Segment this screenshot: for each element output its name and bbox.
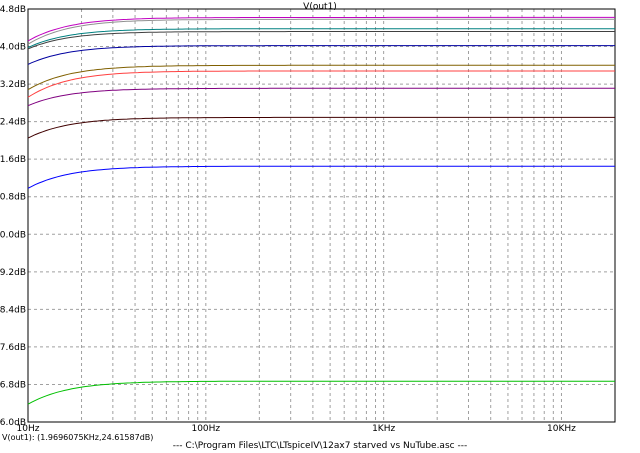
y-tick-label: 23.2dB [0, 80, 26, 90]
y-tick-label: 21.6dB [0, 155, 26, 165]
y-tick-label: 18.4dB [0, 305, 26, 315]
trace-line[interactable] [27, 45, 615, 65]
y-tick-label: 19.2dB [0, 268, 26, 278]
trace-group [27, 16, 615, 405]
x-tick-label: 100Hz [191, 424, 220, 434]
y-tick-label: 16.8dB [0, 380, 26, 390]
file-title: --- C:\Program Files\LTC\LTspiceIV\12ax7… [172, 441, 468, 451]
trace-line[interactable] [27, 165, 615, 189]
y-axis-labels: 24.8dB 24.0dB 23.2dB 22.4dB 21.6dB 20.8dB 20.0… [0, 5, 26, 428]
y-tick-label: 24.0dB [0, 43, 26, 53]
trace-name-label[interactable]: V(out1) [303, 2, 337, 12]
bode-plot: V(out1) 24.8dB 24.0dB 23.2dB 22.4dB 21.6dB 20… [0, 2, 616, 434]
y-tick-label: 22.4dB [0, 118, 26, 128]
y-tick-label: 20.0dB [0, 230, 26, 240]
y-tick-label: 24.8dB [0, 5, 26, 15]
trace-line[interactable] [27, 64, 615, 91]
y-tick-label: 20.8dB [0, 193, 26, 203]
x-tick-label: 1KHz [372, 424, 395, 434]
y-tick-label: 17.6dB [0, 343, 26, 353]
x-tick-label: 10KHz [547, 424, 576, 434]
trace-line[interactable] [27, 87, 615, 107]
trace-line[interactable] [27, 116, 615, 139]
